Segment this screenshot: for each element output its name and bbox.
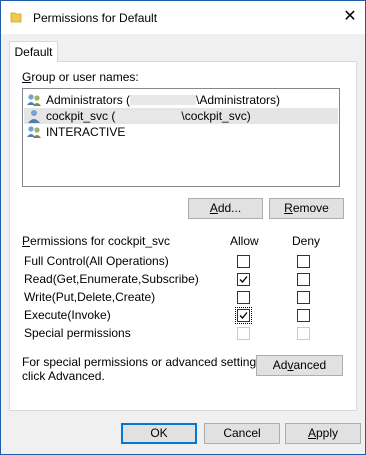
permission-label: Special permissions <box>24 326 131 340</box>
apply-button[interactable]: Apply <box>285 423 361 444</box>
group-users-icon <box>27 126 41 138</box>
title-bar: Permissions for Default ✕ <box>1 1 365 34</box>
check-icon <box>239 276 248 283</box>
deny-checkbox[interactable] <box>297 291 310 304</box>
tab-default[interactable]: Default <box>9 41 58 62</box>
user-icon <box>28 110 40 123</box>
deny-checkbox <box>297 327 310 340</box>
allow-header: Allow <box>230 234 259 248</box>
ok-button[interactable]: OK <box>121 423 197 444</box>
allow-checkbox <box>237 327 250 340</box>
list-item-interactive[interactable]: INTERACTIVE <box>24 124 338 140</box>
close-button[interactable]: ✕ <box>335 1 365 31</box>
list-item-cockpit-svc[interactable]: cockpit_svc ( \cockpit_svc) <box>24 108 338 124</box>
group-users-icon <box>27 94 41 106</box>
permission-label: Write(Put,Delete,Create) <box>24 290 156 304</box>
cancel-button[interactable]: Cancel <box>204 423 280 444</box>
allow-checkbox[interactable] <box>235 307 252 324</box>
tab-panel: Group or user names: Administrators ( \A… <box>9 61 357 411</box>
window-title: Permissions for Default <box>33 11 158 25</box>
permissions-title: Permissions for cockpit_svc <box>22 234 171 248</box>
allow-checkbox[interactable] <box>237 273 250 286</box>
permission-label: Execute(Invoke) <box>24 308 111 322</box>
permissions-dialog: Permissions for Default ✕ Default Group … <box>0 0 366 455</box>
advanced-button[interactable]: Advanced <box>256 355 343 376</box>
close-icon: ✕ <box>343 8 357 25</box>
permission-label: Read(Get,Enumerate,Subscribe) <box>24 272 199 286</box>
list-item-administrators[interactable]: Administrators ( \Administrators) <box>24 92 338 108</box>
deny-checkbox[interactable] <box>297 255 310 268</box>
allow-checkbox[interactable] <box>237 291 250 304</box>
deny-checkbox[interactable] <box>297 309 310 322</box>
allow-checkbox[interactable] <box>237 255 250 268</box>
deny-checkbox[interactable] <box>297 273 310 286</box>
permission-label: Full Control(All Operations) <box>24 254 169 268</box>
redacted-domain <box>115 111 182 121</box>
deny-header: Deny <box>292 234 321 248</box>
advanced-note-line2: click Advanced. <box>22 369 105 383</box>
advanced-note-line1: For special permissions or advanced sett… <box>22 355 266 369</box>
group-names-label: Group or user names: <box>22 70 139 84</box>
remove-button[interactable]: Remove <box>269 198 344 219</box>
group-user-list[interactable]: Administrators ( \Administrators) cockpi… <box>22 88 340 187</box>
redacted-domain <box>130 95 197 105</box>
check-icon <box>239 312 248 319</box>
folder-icon <box>10 12 22 23</box>
add-button[interactable]: Add... <box>188 198 263 219</box>
